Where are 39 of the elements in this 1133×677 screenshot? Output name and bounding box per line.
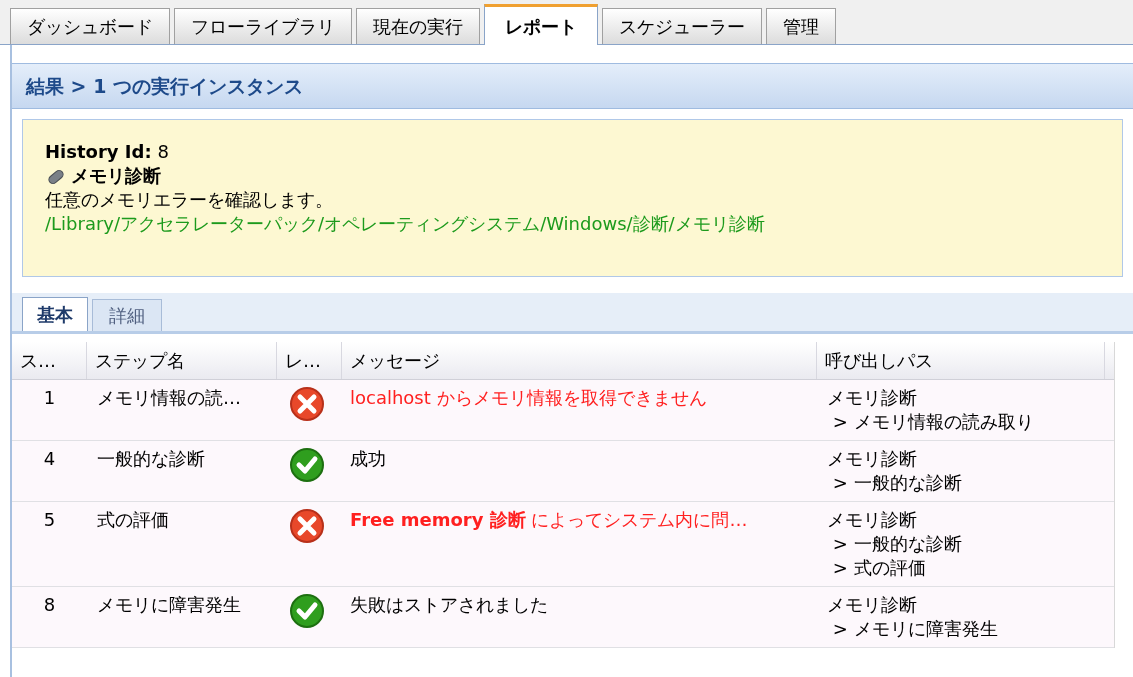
flow-description: 任意のメモリエラーを確認します。: [45, 188, 334, 212]
table-cell-text: > 一般的な診断: [831, 532, 963, 556]
flow-name: メモリ診断: [71, 164, 161, 188]
table-cell-text: > 式の評価: [831, 556, 927, 580]
column-header[interactable]: 呼び出しパス: [817, 342, 1105, 379]
table-cell-text: 4: [43, 447, 56, 471]
column-header[interactable]: メッセージ: [342, 342, 817, 379]
table-cell: Free memory 診断 によってシステム内に問…: [350, 509, 748, 530]
panel-title: 結果 > 1 つの実行インスタンス: [26, 73, 303, 99]
tab[interactable]: レポート: [484, 4, 598, 45]
tab[interactable]: 現在の実行: [356, 8, 480, 44]
table-cell: メモリに障害発生: [97, 594, 241, 615]
table-cell-text: > メモリに障害発生: [831, 617, 999, 641]
table-cell-text: 8: [43, 593, 56, 617]
column-header[interactable]: レ…: [277, 342, 342, 379]
subtab[interactable]: 詳細: [92, 299, 162, 331]
tab[interactable]: ダッシュボード: [10, 8, 170, 44]
history-id: 8: [157, 140, 170, 164]
table-cell-text: メモリ診断: [827, 386, 918, 410]
history-label: History Id:: [45, 140, 152, 164]
table-cell: 失敗はストアされました: [350, 594, 548, 615]
table-cell-text: メモリ診断: [827, 593, 918, 617]
table-cell-text: > 一般的な診断: [831, 471, 963, 495]
table-cell: メモリ情報の読…: [97, 387, 241, 408]
table-cell-text: メモリ診断: [827, 508, 918, 532]
table-cell: 一般的な診断: [97, 448, 205, 469]
table-cell-text: > メモリ情報の読み取り: [831, 410, 1035, 434]
table-cell: localhost からメモリ情報を取得できません: [350, 387, 707, 408]
table-cell: 成功: [350, 448, 386, 469]
column-header[interactable]: ステップ名: [87, 342, 277, 379]
subtab[interactable]: 基本: [22, 297, 88, 331]
tab[interactable]: 管理: [766, 8, 836, 44]
table-cell-text: 5: [43, 508, 56, 532]
table-cell: 式の評価: [97, 509, 169, 530]
tab[interactable]: スケジューラー: [602, 8, 762, 44]
table-cell-text: メモリ診断: [827, 447, 918, 471]
table-cell-text: 1: [43, 386, 56, 410]
column-header[interactable]: ス…: [12, 342, 87, 379]
tab[interactable]: フローライブラリ: [174, 8, 352, 44]
